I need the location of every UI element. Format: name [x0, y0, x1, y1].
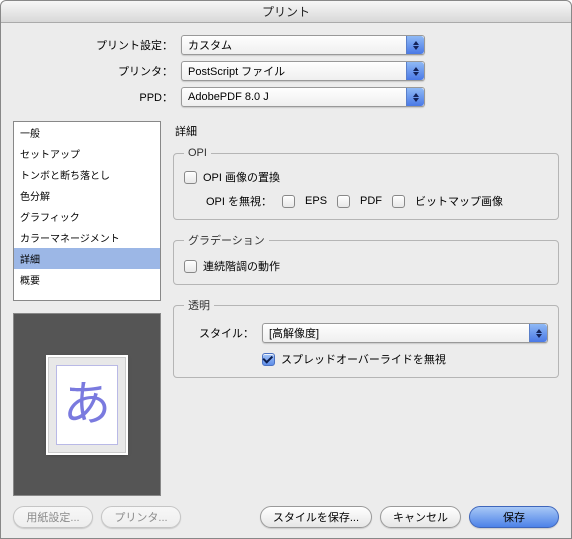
printer-button[interactable]: プリンタ...: [101, 506, 181, 528]
list-item[interactable]: グラフィック: [14, 206, 160, 227]
style-value: [高解像度]: [263, 325, 529, 341]
opi-group: OPI OPI 画像の置換 OPI を無視： EPS PDF ビットマップ画像: [173, 147, 559, 220]
footer: 用紙設定... プリンタ... スタイルを保存... キャンセル 保存: [13, 502, 559, 528]
list-item[interactable]: 概要: [14, 269, 160, 290]
mid-area: 一般 セットアップ トンボと断ち落とし 色分解 グラフィック カラーマネージメン…: [13, 121, 559, 496]
preview-glyph: あ: [63, 381, 111, 429]
continuous-tone-label: 連続階調の動作: [203, 258, 280, 274]
page-preview: あ: [48, 357, 126, 453]
panel-list[interactable]: 一般 セットアップ トンボと断ち落とし 色分解 グラフィック カラーマネージメン…: [13, 121, 161, 301]
detail-heading: 詳細: [175, 123, 559, 139]
cancel-button[interactable]: キャンセル: [380, 506, 461, 528]
opi-replace-label: OPI 画像の置換: [203, 169, 280, 185]
continuous-tone-checkbox[interactable]: [184, 260, 197, 273]
eps-checkbox[interactable]: [282, 195, 295, 208]
ppd-select[interactable]: AdobePDF 8.0 J: [181, 87, 425, 107]
style-select[interactable]: [高解像度]: [262, 323, 548, 343]
bitmap-label: ビットマップ画像: [415, 193, 503, 209]
opi-legend: OPI: [184, 147, 211, 159]
print-dialog: プリント プリント設定： カスタム プリンタ： PostScript ファイル …: [0, 0, 572, 539]
list-item[interactable]: セットアップ: [14, 143, 160, 164]
ppd-value: AdobePDF 8.0 J: [182, 91, 406, 103]
gradation-group: グラデーション 連続階調の動作: [173, 232, 559, 285]
transparency-group: 透明 スタイル： [高解像度] スプレッドオーバーライドを無視: [173, 297, 559, 378]
opi-replace-checkbox[interactable]: [184, 171, 197, 184]
list-item[interactable]: 色分解: [14, 185, 160, 206]
opi-ignore-row: OPI を無視： EPS PDF ビットマップ画像: [206, 193, 548, 209]
list-item[interactable]: 一般: [14, 122, 160, 143]
updown-icon: [406, 88, 424, 106]
pdf-checkbox[interactable]: [337, 195, 350, 208]
printer-value: PostScript ファイル: [182, 63, 406, 79]
printer-select[interactable]: PostScript ファイル: [181, 61, 425, 81]
transparency-legend: 透明: [184, 297, 214, 313]
override-checkbox[interactable]: [262, 353, 275, 366]
window-title: プリント: [262, 5, 310, 19]
list-item[interactable]: トンボと断ち落とし: [14, 164, 160, 185]
titlebar: プリント: [1, 1, 571, 23]
ppd-label: PPD：: [13, 89, 173, 105]
preset-select[interactable]: カスタム: [181, 35, 425, 55]
list-item-selected[interactable]: 詳細: [14, 248, 160, 269]
bitmap-checkbox[interactable]: [392, 195, 405, 208]
page-setup-button[interactable]: 用紙設定...: [13, 506, 93, 528]
printer-label: プリンタ：: [13, 63, 173, 79]
override-label: スプレッドオーバーライドを無視: [281, 351, 446, 367]
preset-value: カスタム: [182, 37, 406, 53]
opi-ignore-label: OPI を無視：: [206, 193, 272, 209]
gradation-legend: グラデーション: [184, 232, 269, 248]
top-form: プリント設定： カスタム プリンタ： PostScript ファイル PPD： …: [13, 35, 559, 113]
dialog-content: プリント設定： カスタム プリンタ： PostScript ファイル PPD： …: [1, 23, 571, 538]
style-label: スタイル：: [184, 325, 254, 341]
save-style-button[interactable]: スタイルを保存...: [260, 506, 372, 528]
preview-pane: あ: [13, 313, 161, 496]
updown-icon: [406, 36, 424, 54]
eps-label: EPS: [305, 195, 327, 207]
preset-label: プリント設定：: [13, 37, 173, 53]
left-column: 一般 セットアップ トンボと断ち落とし 色分解 グラフィック カラーマネージメン…: [13, 121, 161, 496]
updown-icon: [529, 324, 547, 342]
page-inner: あ: [56, 365, 118, 445]
save-button[interactable]: 保存: [469, 506, 559, 528]
pdf-label: PDF: [360, 195, 382, 207]
updown-icon: [406, 62, 424, 80]
right-column: 詳細 OPI OPI 画像の置換 OPI を無視： EPS PDF ビ: [173, 121, 559, 496]
list-item[interactable]: カラーマネージメント: [14, 227, 160, 248]
